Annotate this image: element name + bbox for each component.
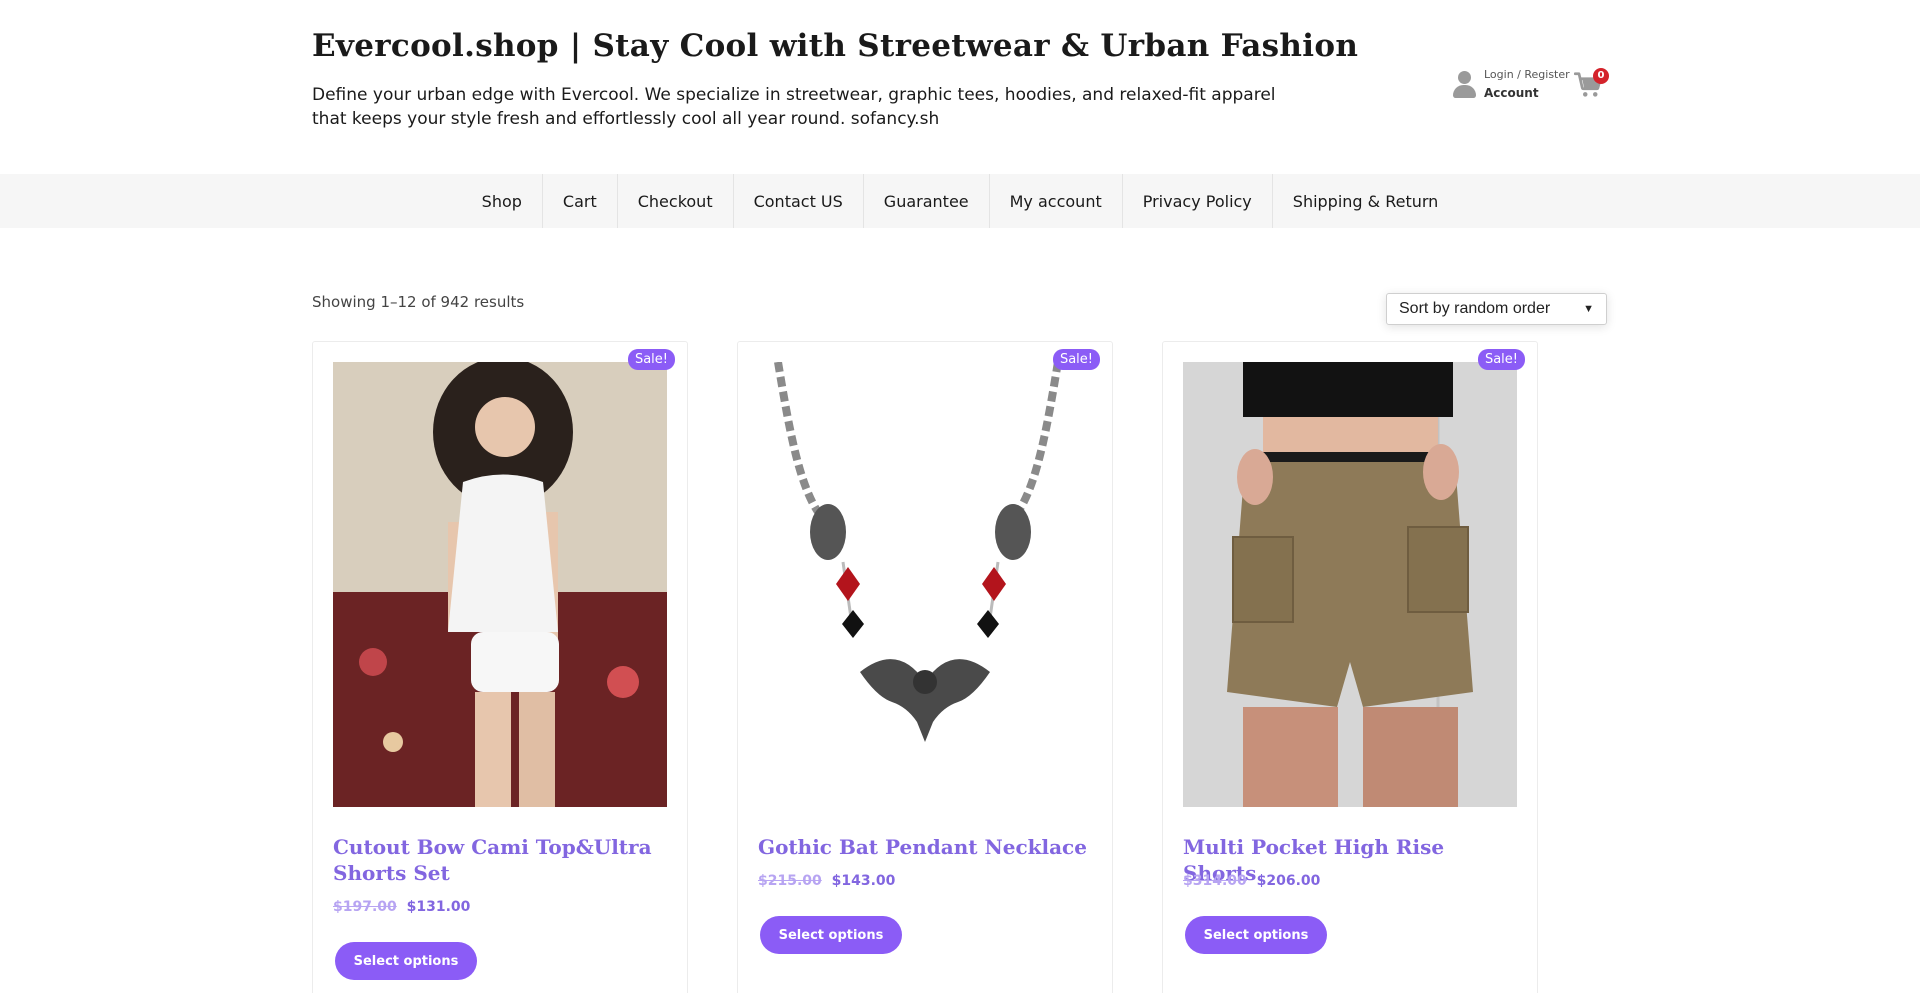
site-title[interactable]: Evercool.shop | Stay Cool with Streetwea… xyxy=(312,28,1358,64)
product-image[interactable] xyxy=(1183,362,1517,807)
account-label[interactable]: Account xyxy=(1484,84,1570,102)
sort-dropdown[interactable]: Sort by random order ▼ xyxy=(1386,293,1607,325)
nav-item-shop[interactable]: Shop xyxy=(462,174,543,228)
select-options-button[interactable]: Select options xyxy=(760,916,902,954)
original-price: $215.00 xyxy=(758,873,822,889)
nav-item-privacy-policy[interactable]: Privacy Policy xyxy=(1123,174,1273,228)
cart-button[interactable]: 0 xyxy=(1573,68,1609,102)
product-image[interactable] xyxy=(758,362,1092,807)
product-price: $215.00 $143.00 xyxy=(758,873,895,889)
select-options-button[interactable]: Select options xyxy=(1185,916,1327,954)
sale-badge: Sale! xyxy=(1052,349,1100,370)
sale-price: $206.00 xyxy=(1256,873,1321,889)
original-price: $314.00 xyxy=(1183,873,1247,889)
site-header: Evercool.shop | Stay Cool with Streetwea… xyxy=(0,0,1920,174)
nav-item-contact-us[interactable]: Contact US xyxy=(734,174,864,228)
product-title[interactable]: Gothic Bat Pendant Necklace xyxy=(758,834,1098,860)
main-navigation: Shop Cart Checkout Contact US Guarantee … xyxy=(0,174,1920,228)
sale-price: $131.00 xyxy=(406,899,471,915)
nav-item-shipping-return[interactable]: Shipping & Return xyxy=(1273,174,1459,228)
login-register-label[interactable]: Login / Register xyxy=(1484,66,1570,84)
result-count: Showing 1–12 of 942 results xyxy=(312,293,525,311)
site-description: Define your urban edge with Evercool. We… xyxy=(312,85,1276,129)
nav-item-checkout[interactable]: Checkout xyxy=(618,174,734,228)
product-card: Sale! Multi Pocket High Rise Shorts $314… xyxy=(1162,341,1538,993)
product-card: Sale! Gothic Bat Pendant Necklace $215.0… xyxy=(737,341,1113,993)
select-options-button[interactable]: Select options xyxy=(335,942,477,980)
sale-badge: Sale! xyxy=(627,349,675,370)
product-price: $197.00 $131.00 xyxy=(333,899,470,915)
nav-item-guarantee[interactable]: Guarantee xyxy=(864,174,990,228)
account-link[interactable]: Login / Register Account xyxy=(1450,66,1570,102)
product-price: $314.00 $206.00 xyxy=(1183,873,1320,889)
sort-selected-value: Sort by random order xyxy=(1399,300,1551,317)
user-icon xyxy=(1450,67,1478,101)
product-title[interactable]: Cutout Bow Cami Top&Ultra Shorts Set xyxy=(333,834,673,886)
product-image[interactable] xyxy=(333,362,667,807)
account-text: Login / Register Account xyxy=(1484,66,1570,102)
nav-item-cart[interactable]: Cart xyxy=(543,174,618,228)
original-price: $197.00 xyxy=(333,899,397,915)
sale-price: $143.00 xyxy=(831,873,896,889)
product-card: Sale! Cutout Bow Cami Top&Ultra Shorts S… xyxy=(312,341,688,993)
nav-item-my-account[interactable]: My account xyxy=(990,174,1123,228)
chevron-down-icon: ▼ xyxy=(1583,303,1594,315)
cart-count-badge: 0 xyxy=(1593,68,1609,84)
sale-badge: Sale! xyxy=(1477,349,1525,370)
